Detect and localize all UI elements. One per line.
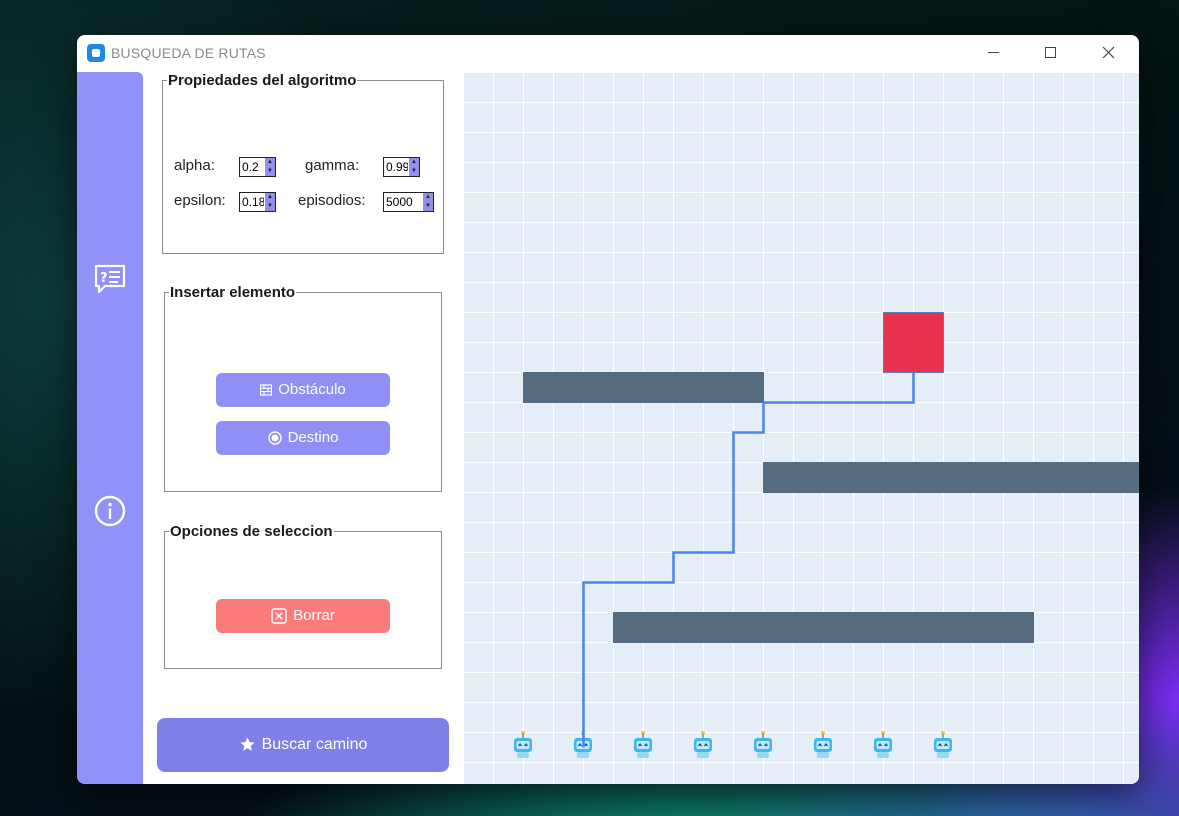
obstacle-block[interactable] — [763, 462, 1139, 493]
route-line — [582, 372, 915, 748]
chevron-down-icon[interactable]: ▼ — [265, 167, 275, 176]
search-path-button[interactable]: Buscar camino — [157, 718, 449, 772]
epsilon-label: epsilon: — [174, 192, 226, 209]
delete-label: Borrar — [293, 607, 335, 624]
robot-icon[interactable] — [811, 730, 835, 760]
episodes-spinbox[interactable]: 5000 ▲ ▼ — [383, 192, 434, 212]
close-button[interactable] — [1079, 35, 1137, 71]
chevron-down-icon[interactable]: ▼ — [423, 202, 433, 211]
obstacle-button[interactable]: Obstáculo — [216, 373, 390, 407]
epsilon-value: 0.18 — [242, 195, 264, 209]
alpha-spinbox[interactable]: 0.2 ▲ ▼ — [239, 157, 276, 177]
episodes-stepper[interactable]: ▲ ▼ — [423, 193, 433, 211]
gamma-value: 0.99 — [386, 160, 408, 174]
chevron-down-icon[interactable]: ▼ — [409, 167, 419, 176]
star-icon — [239, 737, 255, 752]
svg-text:?: ? — [100, 271, 108, 286]
app-icon — [87, 44, 105, 62]
robot-icon[interactable] — [691, 730, 715, 760]
robot-icon[interactable] — [571, 730, 595, 760]
help-chat-icon: ? — [94, 264, 126, 294]
robot-icon[interactable] — [511, 730, 535, 760]
search-label: Buscar camino — [261, 736, 368, 753]
sidebar: ? — [77, 72, 143, 784]
destination-button[interactable]: Destino — [216, 421, 390, 455]
selection-legend: Opciones de seleccion — [170, 523, 333, 540]
gamma-stepper[interactable]: ▲ ▼ — [409, 158, 419, 176]
destination-label: Destino — [287, 429, 339, 446]
episodes-value: 5000 — [386, 195, 413, 209]
gamma-label: gamma: — [305, 157, 360, 174]
delete-button[interactable]: Borrar — [216, 599, 390, 633]
chevron-up-icon[interactable]: ▲ — [265, 158, 275, 167]
route-path — [582, 372, 915, 748]
chevron-up-icon[interactable]: ▲ — [409, 158, 419, 167]
chevron-up-icon[interactable]: ▲ — [265, 193, 275, 202]
obstacle-block[interactable] — [523, 372, 764, 403]
target-icon — [267, 431, 282, 445]
minimize-icon — [987, 52, 999, 54]
alpha-value: 0.2 — [242, 160, 259, 174]
minimize-button[interactable] — [964, 35, 1022, 71]
route-grid[interactable] — [463, 72, 1139, 784]
insert-element: Insertar elemento Obstáculo Destino — [164, 284, 442, 492]
selection-options: Opciones de seleccion Borrar — [164, 523, 442, 669]
obstacle-label: Obstáculo — [278, 381, 346, 398]
gamma-spinbox[interactable]: 0.99 ▲ ▼ — [383, 157, 420, 177]
epsilon-spinbox[interactable]: 0.18 ▲ ▼ — [239, 192, 276, 212]
maximize-button[interactable] — [1021, 35, 1079, 71]
robot-icon[interactable] — [631, 730, 655, 760]
control-panel: Propiedades del algoritmo alpha: 0.2 ▲ ▼ … — [143, 72, 463, 784]
info-icon — [94, 495, 126, 527]
robot-icon[interactable] — [931, 730, 955, 760]
close-box-icon — [271, 608, 287, 624]
alpha-stepper[interactable]: ▲ ▼ — [265, 158, 275, 176]
window-title: BUSQUEDA DE RUTAS — [111, 45, 266, 61]
chevron-up-icon[interactable]: ▲ — [423, 193, 433, 202]
epsilon-stepper[interactable]: ▲ ▼ — [265, 193, 275, 211]
sidebar-item-help[interactable]: ? — [93, 262, 127, 296]
destination-target[interactable] — [883, 312, 944, 373]
app-window: BUSQUEDA DE RUTAS ? Propiedades del algo… — [77, 35, 1139, 784]
title-bar: BUSQUEDA DE RUTAS — [77, 35, 1139, 71]
robot-icon[interactable] — [871, 730, 895, 760]
brick-wall-icon — [260, 384, 273, 396]
episodes-label: episodios: — [298, 192, 366, 209]
algorithm-properties: Propiedades del algoritmo alpha: 0.2 ▲ ▼ … — [162, 72, 444, 254]
alpha-label: alpha: — [174, 157, 215, 174]
chevron-down-icon[interactable]: ▼ — [265, 202, 275, 211]
insert-legend: Insertar elemento — [170, 284, 296, 301]
close-icon — [1102, 46, 1114, 59]
algorithm-legend: Propiedades del algoritmo — [168, 72, 357, 89]
robot-icon[interactable] — [751, 730, 775, 760]
maximize-icon — [1044, 47, 1056, 59]
obstacle-block[interactable] — [613, 612, 1034, 643]
sidebar-item-info[interactable] — [93, 494, 127, 528]
